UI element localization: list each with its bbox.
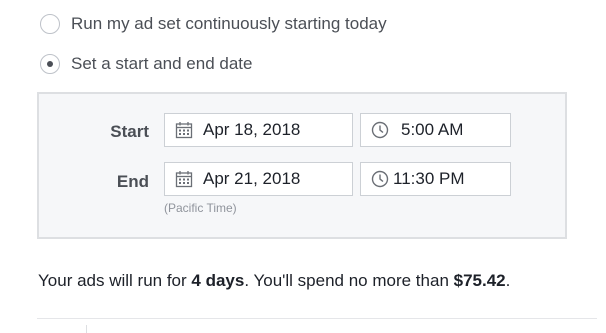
radio-continuous-label: Run my ad set continuously starting toda… [71,14,387,33]
summary-suffix: . [505,271,511,290]
start-time-input[interactable]: 5:00 AM [360,113,511,147]
radio-start-end-option[interactable]: Set a start and end date [40,54,252,74]
radio-continuous-option[interactable]: Run my ad set continuously starting toda… [40,14,387,34]
calendar-icon [175,122,193,139]
start-time-value: 5:00 AM [401,120,464,139]
radio-selected-dot [47,61,53,67]
summary-duration: 4 days [191,271,245,290]
calendar-icon [175,171,193,188]
divider-tick [86,325,87,333]
summary-prefix: Your ads will run for [38,271,192,290]
end-date-value: Apr 21, 2018 [203,169,301,188]
date-range-panel: Start Apr 18, 2018 5:00 AM End Apr 21, 2… [37,92,567,239]
end-time-value: 11:30 PM [393,169,465,188]
summary-amount: $75.42 [453,271,506,290]
summary-middle: . You'll spend no more than [244,271,454,290]
budget-summary: Your ads will run for 4 days. You'll spe… [38,271,510,291]
section-divider [37,318,597,319]
end-date-input[interactable]: Apr 21, 2018 [164,162,353,196]
timezone-note: (Pacific Time) [164,201,237,215]
start-label: Start [110,122,149,141]
start-date-input[interactable]: Apr 18, 2018 [164,113,353,147]
end-time-input[interactable]: 11:30 PM [360,162,511,196]
clock-icon [371,170,389,188]
radio-button-selected[interactable] [40,54,60,74]
radio-start-end-label: Set a start and end date [71,54,253,73]
end-label: End [116,172,149,191]
start-date-value: Apr 18, 2018 [203,120,301,139]
radio-button-unselected[interactable] [40,14,60,34]
clock-icon [371,121,389,139]
